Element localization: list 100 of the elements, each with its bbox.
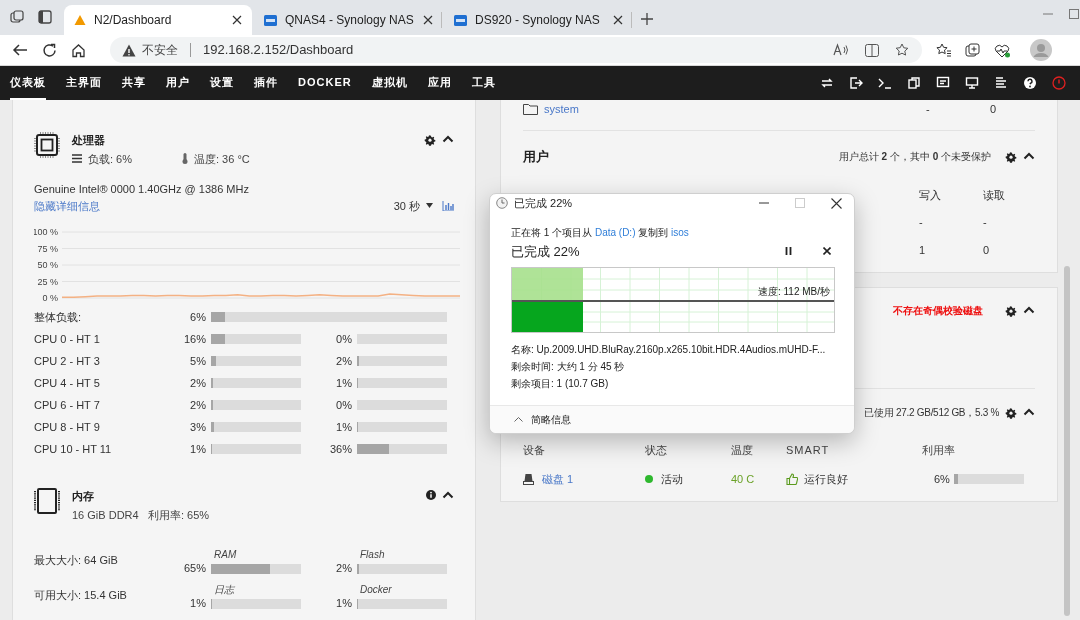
- log-list-icon[interactable]: [994, 76, 1008, 90]
- nav-item[interactable]: 工具: [471, 66, 496, 100]
- tab-title: DS920 - Synology NAS: [475, 12, 601, 29]
- info-icon[interactable]: [426, 490, 436, 500]
- message-icon[interactable]: [936, 76, 950, 90]
- window-title: 已完成 22%: [514, 196, 574, 212]
- settings-icon[interactable]: [1005, 304, 1017, 317]
- app-icon: [264, 14, 277, 26]
- memory-label: 可用大小: 15.4 GiB: [34, 587, 128, 603]
- logout-icon[interactable]: [849, 76, 863, 90]
- settings-icon[interactable]: [424, 134, 436, 146]
- favorites-icon[interactable]: [936, 43, 951, 57]
- help-icon[interactable]: [1023, 76, 1037, 90]
- thermometer-icon: [182, 153, 188, 165]
- core-label: CPU 0 - HT 1: [34, 331, 101, 347]
- windows-icon[interactable]: [907, 76, 921, 90]
- collapse-icon[interactable]: [442, 490, 454, 500]
- share-link[interactable]: system: [544, 100, 926, 118]
- memory-type: 16 GiB DDR4: [72, 507, 140, 523]
- dropdown-caret-icon[interactable]: [426, 203, 433, 209]
- settings-icon[interactable]: [1005, 406, 1017, 419]
- memory-usage: 利用率: 65%: [148, 507, 210, 523]
- close-icon[interactable]: [423, 15, 433, 25]
- nav-item[interactable]: 虚拟机: [371, 66, 408, 100]
- nav-item[interactable]: 主界面: [66, 66, 102, 100]
- axis-label: 100 %: [34, 227, 58, 237]
- copy-description: 正在将 1 个项目从 Data (D:) 复制到 isos: [511, 225, 690, 240]
- maximize-icon[interactable]: [1068, 8, 1080, 20]
- nav-item[interactable]: 应用: [427, 66, 452, 100]
- settings-icon[interactable]: [1005, 150, 1017, 163]
- close-icon[interactable]: [232, 15, 242, 25]
- cpu-model: Genuine Intel® 0000 1.40GHz @ 1386 MHz: [34, 182, 250, 197]
- new-tab-icon[interactable]: [640, 12, 654, 26]
- detail-line: 剩余时间: 大约 1 分 45 秒: [511, 360, 626, 375]
- close-icon[interactable]: [613, 15, 623, 25]
- collections-icon[interactable]: [965, 42, 980, 58]
- percent-value: 2%: [189, 375, 207, 391]
- tab-actions-icon[interactable]: [38, 10, 52, 24]
- close-icon[interactable]: [823, 247, 831, 256]
- scrollbar-thumb[interactable]: [1064, 266, 1070, 616]
- heart-pulse-icon[interactable]: [994, 42, 1010, 58]
- core-label: CPU 8 - HT 9: [34, 419, 101, 435]
- warning-icon: [122, 43, 136, 57]
- percent-value: 16%: [182, 331, 207, 347]
- detail-line: 剩余项目: 1 (10.7 GB): [511, 377, 610, 392]
- percent-value: 1%: [189, 441, 207, 457]
- percent-value: 6%: [189, 309, 207, 325]
- percent-value: 1%: [335, 375, 353, 391]
- close-icon[interactable]: [831, 197, 842, 209]
- nav-item[interactable]: 插件: [254, 66, 278, 100]
- collapse-icon[interactable]: [1023, 304, 1035, 315]
- table-cell-text: 0: [983, 242, 990, 258]
- section-title: 处理器: [72, 133, 106, 148]
- nav-item[interactable]: 设置: [210, 66, 234, 100]
- browser-tab[interactable]: N2/Dashboard: [64, 5, 252, 35]
- table-cell-text: 1: [919, 242, 927, 258]
- source-link[interactable]: Data (D:): [594, 226, 636, 238]
- disk-usage-summary: 已使用 27.2 GB/512 GB，5.3 %: [864, 406, 999, 420]
- sync-icon[interactable]: [820, 76, 834, 90]
- browser-tab[interactable]: QNAS4 - Synology NAS: [254, 5, 442, 35]
- bar-chart-icon[interactable]: [442, 200, 454, 211]
- disk-drive-icon: [523, 472, 534, 485]
- temperature-value: 40 C: [731, 471, 756, 487]
- nav-item[interactable]: 共享: [122, 66, 146, 100]
- nav-item[interactable]: DOCKER: [298, 66, 352, 100]
- address-bar[interactable]: 不安全 192.168.2.152/Dashboard: [110, 37, 922, 63]
- power-icon[interactable]: [1052, 76, 1066, 90]
- users-summary: 用户总计 2 个，其中 0 个未受保护: [838, 150, 991, 165]
- collapse-icon[interactable]: [1023, 150, 1035, 161]
- percent-value: 36%: [328, 441, 353, 457]
- favorite-add-icon[interactable]: [895, 43, 910, 57]
- memory-label: 最大大小: 64 GiB: [34, 552, 119, 568]
- profile-avatar[interactable]: [1030, 39, 1052, 61]
- destination-link[interactable]: isos: [671, 226, 689, 238]
- browser-tab[interactable]: DS920 - Synology NAS: [444, 5, 632, 35]
- collapse-icon[interactable]: [1023, 406, 1035, 417]
- monitor-icon[interactable]: [965, 76, 979, 90]
- collapse-icon[interactable]: [442, 134, 454, 144]
- split-view-icon[interactable]: [865, 43, 879, 57]
- terminal-icon[interactable]: [878, 76, 892, 90]
- back-icon[interactable]: [12, 43, 28, 57]
- less-info-link[interactable]: 简略信息: [531, 411, 571, 427]
- processor-icon: [34, 132, 60, 158]
- pause-icon[interactable]: [785, 247, 792, 256]
- column-header: 写入: [919, 187, 942, 203]
- read-aloud-icon[interactable]: [833, 43, 849, 57]
- column-header: SMART: [786, 443, 831, 458]
- core-label: CPU 6 - HT 7: [34, 397, 101, 413]
- chevron-up-icon[interactable]: [514, 416, 523, 423]
- bar-caption: Flash: [359, 548, 386, 562]
- nav-item[interactable]: 用户: [166, 66, 190, 100]
- hide-details-link[interactable]: 隐藏详细信息: [34, 197, 394, 214]
- disk-link[interactable]: 磁盘 1: [542, 470, 574, 487]
- workspaces-icon[interactable]: [10, 10, 24, 24]
- home-icon[interactable]: [71, 42, 86, 58]
- section-title: 用户: [523, 148, 550, 166]
- table-cell-text: 0: [990, 101, 997, 117]
- core-label: CPU 2 - HT 3: [34, 353, 101, 369]
- interval-dropdown[interactable]: 30 秒: [393, 197, 420, 214]
- refresh-icon[interactable]: [42, 42, 57, 58]
